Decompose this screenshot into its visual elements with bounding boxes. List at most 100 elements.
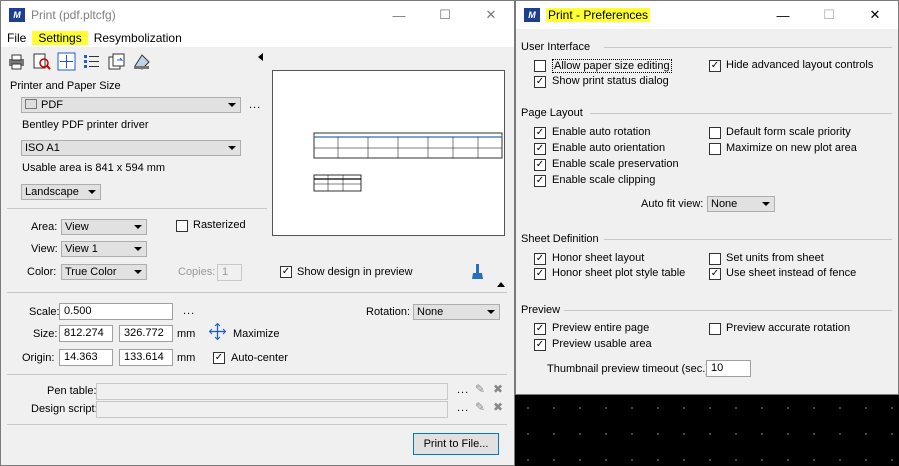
copies-label: Copies: <box>178 266 216 278</box>
plotter-icon[interactable] <box>132 52 151 71</box>
scale-input[interactable]: 0.500 <box>59 303 173 320</box>
origin-unit: mm <box>177 352 196 364</box>
pen-table-edit-icon[interactable]: ✎ <box>475 382 485 396</box>
design-script-label: Design script: <box>31 403 98 415</box>
printer-more-button[interactable]: ... <box>249 99 261 111</box>
honor-plot-style-checkbox[interactable]: ✓ <box>534 268 546 280</box>
divider <box>7 292 507 293</box>
pen-table-label: Pen table: <box>47 385 97 397</box>
show-design-checkbox[interactable]: ✓ <box>280 266 292 278</box>
chevron-down-icon <box>228 146 236 150</box>
preview-accurate-checkbox[interactable] <box>709 323 721 335</box>
group-line <box>564 310 892 311</box>
thumbnail-timeout-label: Thumbnail preview timeout (sec.): <box>547 363 713 375</box>
brush-icon[interactable] <box>472 264 484 283</box>
pen-table-input[interactable] <box>96 383 448 400</box>
size-y-input[interactable]: 326.772 <box>119 325 173 342</box>
design-script-edit-icon[interactable]: ✎ <box>475 400 485 414</box>
set-units-checkbox[interactable] <box>709 253 721 265</box>
size-x-input[interactable]: 812.274 <box>59 325 113 342</box>
orientation-select[interactable]: Landscape <box>21 184 101 200</box>
copies-input[interactable]: 1 <box>217 264 242 281</box>
group-preview: Preview <box>521 304 561 316</box>
pen-table-more-button[interactable]: ... <box>457 384 469 396</box>
allow-paper-checkbox[interactable] <box>534 60 546 72</box>
maximize-label[interactable]: Maximize <box>233 328 279 340</box>
maximize-icon[interactable] <box>208 322 227 343</box>
group-line <box>590 113 892 114</box>
use-sheet-checkbox[interactable]: ✓ <box>709 268 721 280</box>
preview-entire-checkbox[interactable]: ✓ <box>534 323 546 335</box>
group-user-interface: User Interface <box>521 41 591 53</box>
maximize-new-checkbox[interactable] <box>709 143 721 155</box>
preview-usable-checkbox[interactable]: ✓ <box>534 339 546 351</box>
print-icon[interactable] <box>7 52 26 71</box>
scale-preservation-checkbox[interactable]: ✓ <box>534 159 546 171</box>
area-select[interactable]: View <box>61 219 147 235</box>
divider <box>7 208 267 209</box>
chevron-down-icon <box>88 190 96 194</box>
view-select[interactable]: View 1 <box>61 241 147 257</box>
printer-select[interactable]: PDF <box>21 97 241 113</box>
chevron-down-icon <box>134 247 142 251</box>
print-toolbar <box>7 49 151 73</box>
view-label: View: <box>31 243 58 255</box>
maximize-button[interactable]: ☐ <box>806 1 852 29</box>
menu-resymbolization[interactable]: Resymbolization <box>88 31 188 45</box>
menu-settings[interactable]: Settings <box>32 31 88 45</box>
hide-advanced-checkbox[interactable]: ✓ <box>709 60 721 72</box>
menu-file[interactable]: File <box>1 31 32 45</box>
list-icon[interactable] <box>82 52 101 71</box>
auto-fit-select[interactable]: None <box>707 196 775 212</box>
rotation-select[interactable]: None <box>413 304 500 320</box>
auto-rotation-checkbox[interactable]: ✓ <box>534 127 546 139</box>
default-form-checkbox[interactable] <box>709 127 721 139</box>
minimize-button[interactable]: — <box>376 1 422 29</box>
sheets-icon[interactable] <box>107 52 126 71</box>
honor-plot-style-label: Honor sheet plot style table <box>552 267 686 279</box>
pen-table-clear-icon[interactable]: ✖ <box>493 382 503 396</box>
origin-x-input[interactable]: 14.363 <box>59 349 113 366</box>
preferences-window: M Print - Preferences — ☐ ✕ User Interfa… <box>515 0 899 395</box>
group-line <box>604 239 892 240</box>
preview-drawing <box>313 132 503 192</box>
print-preview-panel[interactable] <box>272 70 505 236</box>
print-titlebar: M Print (pdf.pltcfg) — ☐ ✕ <box>1 1 514 29</box>
scale-preservation-label: Enable scale preservation <box>552 158 679 170</box>
scale-clipping-checkbox[interactable]: ✓ <box>534 175 546 187</box>
minimize-button[interactable]: — <box>760 1 806 29</box>
scale-clipping-label: Enable scale clipping <box>552 174 656 186</box>
collapse-up-arrow-icon[interactable] <box>497 282 505 287</box>
design-script-input[interactable] <box>96 401 448 418</box>
microstation-app-icon: M <box>9 8 25 22</box>
thumbnail-timeout-input[interactable]: 10 <box>706 360 751 377</box>
close-button[interactable]: ✕ <box>468 1 514 29</box>
scale-label: Scale: <box>29 306 60 318</box>
printer-section-label: Printer and Paper Size <box>10 80 121 92</box>
maximize-button[interactable]: ☐ <box>422 1 468 29</box>
preferences-window-title: Print - Preferences <box>546 8 651 22</box>
area-value: View <box>65 221 89 233</box>
fit-area-icon[interactable] <box>57 52 76 71</box>
color-select[interactable]: True Color <box>61 264 147 280</box>
scale-more-button[interactable]: ... <box>183 305 195 317</box>
chevron-down-icon <box>487 310 495 314</box>
close-button[interactable]: ✕ <box>852 1 898 29</box>
rasterized-checkbox[interactable] <box>176 220 188 232</box>
cad-view-background <box>515 395 899 466</box>
show-design-label: Show design in preview <box>297 266 413 278</box>
collapse-panel-arrow-icon[interactable] <box>258 53 263 61</box>
print-to-file-button[interactable]: Print to File... <box>413 433 499 455</box>
origin-y-input[interactable]: 133.614 <box>119 349 173 366</box>
auto-center-checkbox[interactable]: ✓ <box>213 352 225 364</box>
chevron-down-icon <box>228 103 236 107</box>
design-script-more-button[interactable]: ... <box>457 402 469 414</box>
show-status-checkbox[interactable]: ✓ <box>534 76 546 88</box>
honor-sheet-checkbox[interactable]: ✓ <box>534 253 546 265</box>
maximize-new-label: Maximize on new plot area <box>726 142 857 154</box>
paper-size-select[interactable]: ISO A1 <box>21 140 241 156</box>
design-script-clear-icon[interactable]: ✖ <box>493 400 503 414</box>
auto-orientation-checkbox[interactable]: ✓ <box>534 143 546 155</box>
preview-icon[interactable] <box>32 52 51 71</box>
view-value: View 1 <box>65 243 98 255</box>
